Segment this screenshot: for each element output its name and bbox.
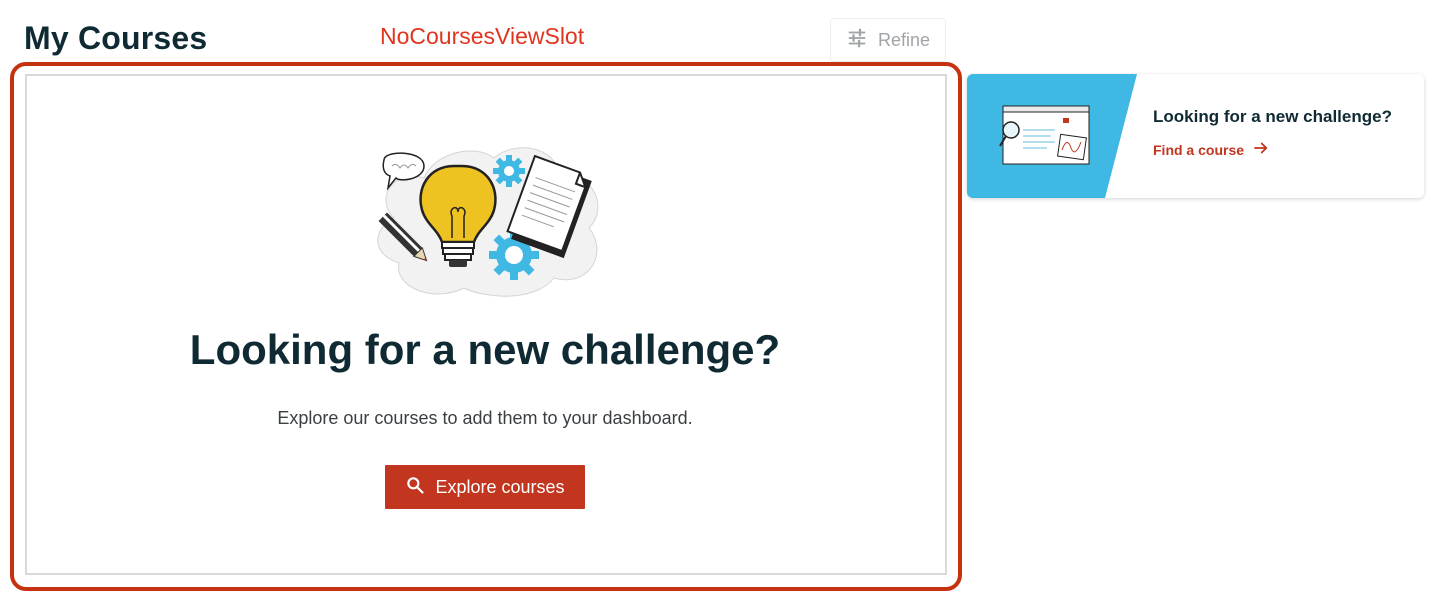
find-course-link[interactable]: Find a course — [1153, 139, 1270, 160]
page-title: My Courses — [24, 20, 208, 56]
search-icon — [405, 475, 425, 500]
empty-state-subtext: Explore our courses to add them to your … — [277, 408, 693, 428]
find-course-title: Looking for a new challenge? — [1153, 107, 1392, 126]
refine-button[interactable]: Refine — [830, 18, 946, 62]
explore-courses-button[interactable]: Explore courses — [385, 465, 585, 509]
empty-state-heading: Looking for a new challenge? — [189, 326, 781, 373]
lightbulb-illustration — [377, 147, 599, 297]
explore-courses-label: Explore courses — [435, 476, 565, 497]
refine-label: Refine — [877, 29, 931, 50]
course-browser-illustration — [967, 74, 1137, 198]
find-course-label: Find a course — [1153, 141, 1245, 158]
slot-label: NoCoursesViewSlot — [380, 23, 585, 49]
sliders-icon — [846, 27, 868, 54]
find-course-card: Looking for a new challenge? Find a cour… — [967, 74, 1424, 198]
arrow-right-icon — [1252, 139, 1270, 160]
